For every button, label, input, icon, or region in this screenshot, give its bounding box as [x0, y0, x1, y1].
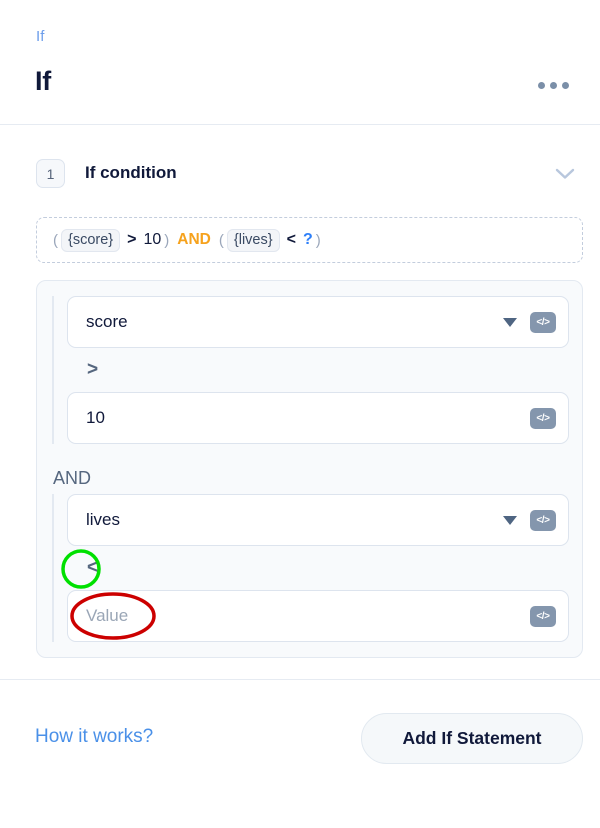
formula-conjunction: AND	[177, 231, 211, 248]
ellipsis-dot	[549, 81, 557, 89]
step-number-badge: 1	[36, 159, 65, 188]
ellipsis-dot	[561, 81, 569, 89]
formula-expression: ( {score} > 10 ) AND ( {lives} < ? )	[50, 228, 324, 252]
ellipsis-dot	[537, 81, 545, 89]
condition-group-2: lives </> < Value </>	[52, 494, 569, 642]
variable-select-lives[interactable]: lives </>	[67, 494, 569, 546]
code-icon[interactable]: </>	[530, 509, 556, 531]
ellipsis-icon[interactable]	[530, 72, 576, 98]
formula-open-paren-2: (	[218, 231, 224, 249]
section-title: If condition	[85, 163, 177, 182]
value-input-text: 10	[86, 408, 105, 427]
code-icon[interactable]: </>	[530, 311, 556, 333]
formula-close-paren-2: )	[315, 231, 321, 249]
variable-select-score[interactable]: score </>	[67, 296, 569, 348]
page-header: If If	[0, 0, 600, 125]
variable-select-value: lives	[86, 510, 121, 529]
section-header: 1 If condition	[0, 125, 600, 217]
formula-operator-1: >	[127, 231, 137, 248]
chevron-down-icon[interactable]	[546, 155, 584, 193]
value-input-placeholder: Value	[86, 606, 129, 625]
formula-value-1: 10	[143, 231, 162, 248]
chevron-down-glyph	[555, 168, 575, 179]
footer-divider	[0, 679, 600, 680]
value-input-empty[interactable]: Value </>	[67, 590, 569, 642]
operator-less-than[interactable]: <	[67, 546, 569, 590]
formula-preview[interactable]: ( {score} > 10 ) AND ( {lives} < ? )	[36, 217, 583, 263]
caret-glyph	[503, 515, 517, 525]
page-title: If	[35, 66, 52, 96]
if-condition-editor: If If 1 If condition ( {score} > 10 ) AN…	[0, 0, 600, 828]
condition-group-1: score </> > 10 </>	[52, 296, 569, 444]
caret-glyph	[503, 317, 517, 327]
operator-greater-than[interactable]: >	[67, 348, 569, 392]
caret-down-icon[interactable]	[499, 509, 521, 531]
formula-open-paren-1: (	[53, 231, 58, 249]
code-icon[interactable]: </>	[530, 407, 556, 429]
formula-close-paren-1: )	[164, 231, 170, 249]
code-icon[interactable]: </>	[530, 605, 556, 627]
value-input-10[interactable]: 10 </>	[67, 392, 569, 444]
conjunction-label-and[interactable]: AND	[53, 468, 91, 489]
formula-variable-chip-lives: {lives}	[226, 228, 280, 252]
add-if-statement-button[interactable]: Add If Statement	[361, 713, 583, 764]
condition-builder-panel: score </> > 10 </> lives </> < Value </>	[36, 280, 583, 658]
formula-operator-2: <	[286, 231, 296, 248]
breadcrumb[interactable]: If	[36, 28, 45, 45]
variable-select-value: score	[86, 312, 128, 331]
formula-value-2-unset: ?	[302, 231, 313, 248]
how-it-works-link[interactable]: How it works?	[35, 726, 153, 748]
formula-variable-chip-score: {score}	[61, 228, 121, 252]
caret-down-icon[interactable]	[499, 311, 521, 333]
